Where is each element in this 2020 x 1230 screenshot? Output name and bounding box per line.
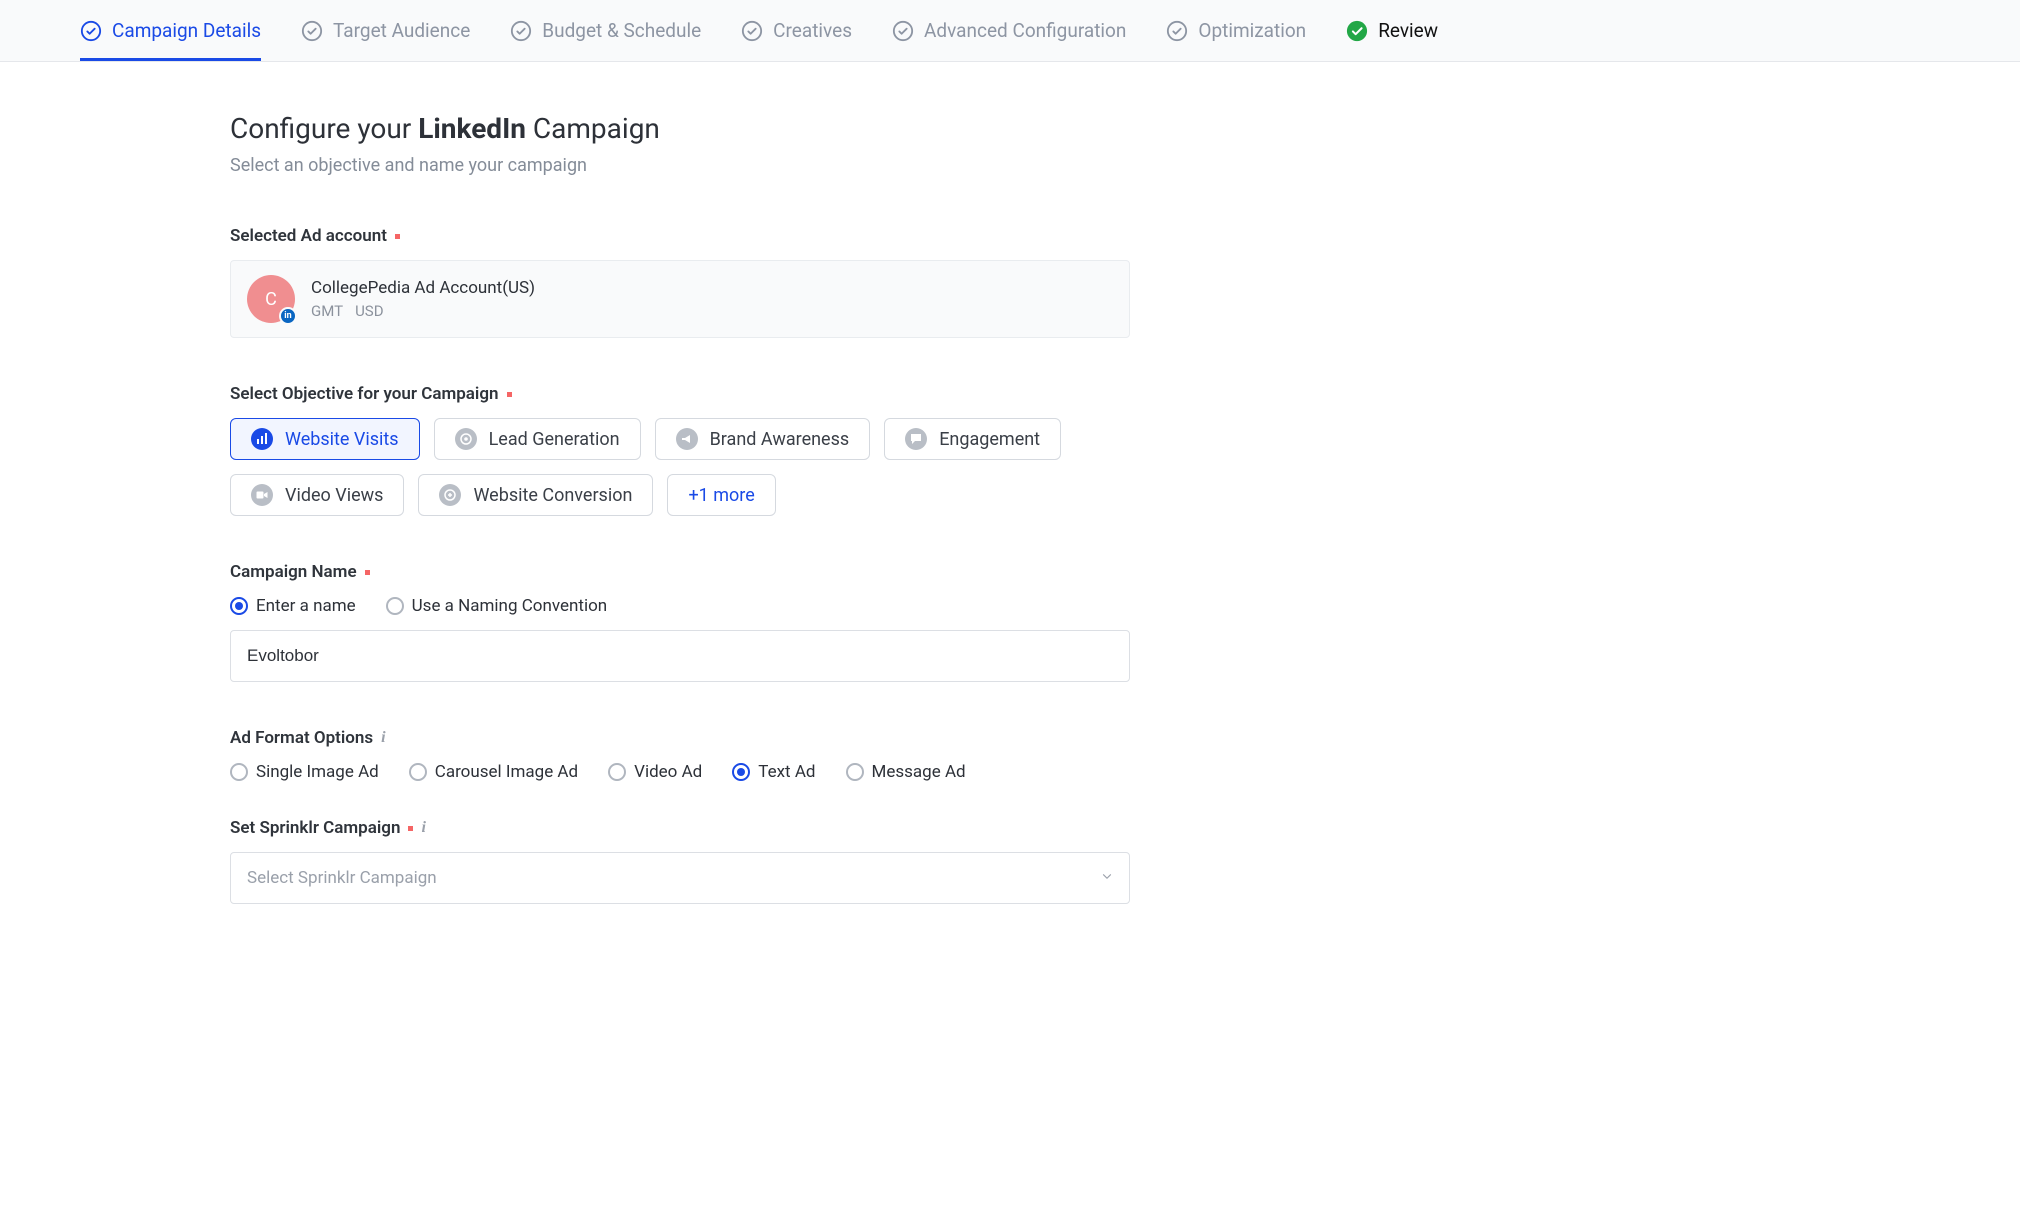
main-content: Configure your LinkedIn Campaign Select …	[230, 112, 1130, 904]
campaign-name-section-label: Campaign Name	[230, 562, 1130, 582]
objective-brand-awareness[interactable]: Brand Awareness	[655, 418, 871, 460]
radio-icon	[230, 763, 248, 781]
ad-account-meta: GMTUSD	[311, 302, 535, 320]
chip-label: Website Visits	[285, 429, 399, 450]
chart-icon	[251, 428, 273, 450]
step-optimization[interactable]: Optimization	[1166, 0, 1306, 61]
objective-list: Website Visits Lead Generation Brand Awa…	[230, 418, 1130, 516]
chip-label: Engagement	[939, 429, 1040, 450]
check-circle-icon	[301, 20, 323, 42]
target-icon	[455, 428, 477, 450]
ad-format-options: Single Image Ad Carousel Image Ad Video …	[230, 762, 1130, 782]
check-circle-icon	[1166, 20, 1188, 42]
chip-label: Lead Generation	[489, 429, 620, 450]
conversion-icon	[439, 484, 461, 506]
objective-video-views[interactable]: Video Views	[230, 474, 404, 516]
check-circle-icon	[741, 20, 763, 42]
select-placeholder: Select Sprinklr Campaign	[247, 868, 437, 888]
radio-label: Text Ad	[758, 762, 815, 782]
radio-message-ad[interactable]: Message Ad	[846, 762, 966, 782]
radio-naming-convention[interactable]: Use a Naming Convention	[386, 596, 608, 616]
required-dot-icon	[408, 826, 413, 831]
info-icon[interactable]: i	[421, 819, 425, 837]
chip-label: Website Conversion	[473, 485, 632, 506]
step-label: Creatives	[773, 19, 852, 42]
radio-label: Enter a name	[256, 596, 356, 616]
radio-label: Use a Naming Convention	[412, 596, 608, 616]
sprinklr-section-label: Set Sprinklr Campaign i	[230, 818, 1130, 838]
radio-label: Video Ad	[634, 762, 702, 782]
page-subtitle: Select an objective and name your campai…	[230, 155, 1130, 176]
radio-icon	[386, 597, 404, 615]
page-title: Configure your LinkedIn Campaign	[230, 112, 1130, 145]
radio-icon	[409, 763, 427, 781]
step-label: Budget & Schedule	[542, 19, 701, 42]
step-label: Optimization	[1198, 19, 1306, 42]
step-target-audience[interactable]: Target Audience	[301, 0, 470, 61]
step-review[interactable]: Review	[1346, 0, 1438, 61]
ad-account-section-label: Selected Ad account	[230, 226, 1130, 246]
chat-icon	[905, 428, 927, 450]
step-label: Campaign Details	[112, 19, 261, 42]
campaign-name-input[interactable]	[230, 630, 1130, 682]
check-circle-filled-icon	[1346, 20, 1368, 42]
radio-label: Carousel Image Ad	[435, 762, 578, 782]
step-budget-schedule[interactable]: Budget & Schedule	[510, 0, 701, 61]
objective-more[interactable]: +1 more	[667, 474, 775, 516]
radio-icon	[846, 763, 864, 781]
step-advanced-config[interactable]: Advanced Configuration	[892, 0, 1126, 61]
check-circle-icon	[510, 20, 532, 42]
step-creatives[interactable]: Creatives	[741, 0, 852, 61]
ad-account-card[interactable]: C in CollegePedia Ad Account(US) GMTUSD	[230, 260, 1130, 338]
objective-engagement[interactable]: Engagement	[884, 418, 1061, 460]
radio-carousel-image-ad[interactable]: Carousel Image Ad	[409, 762, 578, 782]
required-dot-icon	[395, 234, 400, 239]
ad-format-section-label: Ad Format Options i	[230, 728, 1130, 748]
step-label: Target Audience	[333, 19, 470, 42]
radio-enter-name[interactable]: Enter a name	[230, 596, 356, 616]
video-icon	[251, 484, 273, 506]
objective-lead-generation[interactable]: Lead Generation	[434, 418, 641, 460]
chip-label: Video Views	[285, 485, 383, 506]
radio-icon	[732, 763, 750, 781]
radio-label: Single Image Ad	[256, 762, 379, 782]
sprinklr-select[interactable]: Select Sprinklr Campaign	[230, 852, 1130, 904]
check-circle-icon	[892, 20, 914, 42]
objective-section-label: Select Objective for your Campaign	[230, 384, 1130, 404]
radio-video-ad[interactable]: Video Ad	[608, 762, 702, 782]
chevron-down-icon	[1100, 868, 1114, 889]
radio-icon	[608, 763, 626, 781]
stepper: Campaign Details Target Audience Budget …	[0, 0, 2020, 62]
radio-icon	[230, 597, 248, 615]
step-label: Review	[1378, 19, 1438, 42]
radio-label: Message Ad	[872, 762, 966, 782]
check-circle-icon	[80, 20, 102, 42]
linkedin-badge-icon: in	[279, 307, 297, 325]
sprinklr-select-wrap: Select Sprinklr Campaign	[230, 852, 1130, 904]
radio-text-ad[interactable]: Text Ad	[732, 762, 815, 782]
info-icon[interactable]: i	[381, 729, 385, 747]
required-dot-icon	[507, 392, 512, 397]
step-campaign-details[interactable]: Campaign Details	[80, 0, 261, 61]
avatar: C in	[247, 275, 295, 323]
megaphone-icon	[676, 428, 698, 450]
step-label: Advanced Configuration	[924, 19, 1126, 42]
objective-website-visits[interactable]: Website Visits	[230, 418, 420, 460]
required-dot-icon	[365, 570, 370, 575]
objective-website-conversion[interactable]: Website Conversion	[418, 474, 653, 516]
ad-account-name: CollegePedia Ad Account(US)	[311, 278, 535, 298]
campaign-name-mode: Enter a name Use a Naming Convention	[230, 596, 1130, 616]
chip-label: Brand Awareness	[710, 429, 850, 450]
radio-single-image-ad[interactable]: Single Image Ad	[230, 762, 379, 782]
chip-label: +1 more	[688, 485, 754, 506]
